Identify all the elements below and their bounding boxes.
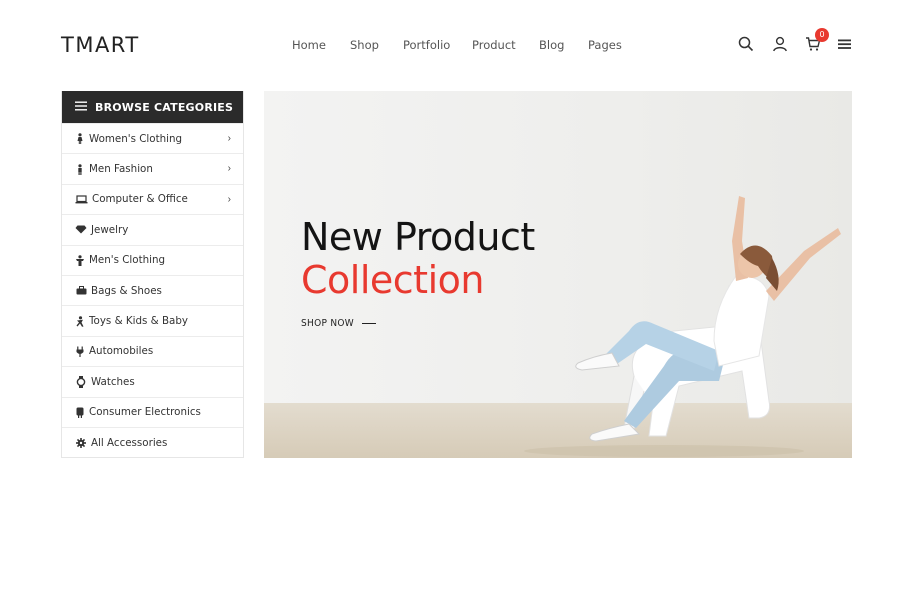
chevron-right-icon: › — [227, 193, 231, 205]
chevron-right-icon: › — [227, 133, 231, 144]
nav-portfolio[interactable]: Portfolio — [403, 38, 450, 52]
nav-product[interactable]: Product — [472, 38, 516, 52]
watch-icon — [74, 375, 88, 388]
user-icon[interactable] — [772, 36, 790, 54]
category-bags-shoes[interactable]: Bags & Shoes — [62, 274, 243, 305]
category-automobiles[interactable]: Automobiles — [62, 335, 243, 366]
category-label: Watches — [91, 375, 135, 388]
logo[interactable]: TMART — [61, 33, 140, 57]
header-icons — [738, 36, 854, 56]
nav-blog[interactable]: Blog — [539, 38, 564, 52]
woman-icon — [74, 133, 86, 145]
category-label: Toys & Kids & Baby — [89, 315, 188, 328]
category-computer-office[interactable]: Computer & Office › — [62, 183, 243, 214]
shop-now-link[interactable]: SHOP NOW — [301, 318, 376, 329]
category-toys-kids-baby[interactable]: Toys & Kids & Baby — [62, 305, 243, 335]
category-all-accessories[interactable]: All Accessories — [62, 426, 243, 457]
category-label: All Accessories — [91, 436, 168, 449]
shop-now-label: SHOP NOW — [301, 318, 354, 329]
search-icon[interactable] — [738, 36, 756, 54]
category-label: Consumer Electronics — [89, 406, 201, 419]
category-label: Automobiles — [89, 345, 154, 358]
chevron-right-icon: › — [227, 163, 231, 175]
shirt-icon — [74, 254, 86, 266]
nav-pages[interactable]: Pages — [588, 38, 622, 52]
category-label: Computer & Office — [92, 193, 188, 206]
sidebar-title: BROWSE CATEGORIES — [95, 100, 234, 114]
hero-title-line-2: Collection — [301, 258, 484, 302]
electronics-icon — [74, 406, 86, 418]
hero-title-line-1: New Product — [301, 215, 535, 259]
category-watches[interactable]: Watches — [62, 366, 243, 396]
category-label: Men's Clothing — [89, 254, 166, 267]
cart-count-badge: 0 — [815, 28, 829, 42]
category-label: Bags & Shoes — [91, 284, 162, 297]
hero-banner: New Product Collection SHOP NOW — [264, 91, 852, 458]
category-consumer-electronics[interactable]: Consumer Electronics — [62, 396, 243, 427]
category-jewelry[interactable]: Jewelry — [62, 214, 243, 244]
category-sidebar: BROWSE CATEGORIES Women's Clothing › Men… — [61, 91, 244, 459]
category-mens-clothing[interactable]: Men's Clothing — [62, 244, 243, 275]
man-icon — [74, 163, 86, 175]
category-label: Men Fashion — [89, 163, 153, 176]
category-men-fashion[interactable]: Men Fashion › — [62, 153, 243, 183]
hero-photo-woman-in-chair — [524, 196, 841, 457]
browse-categories-header[interactable]: BROWSE CATEGORIES — [62, 91, 243, 123]
diamond-icon — [74, 224, 88, 236]
arrow-line-icon — [361, 323, 376, 324]
car-icon — [74, 345, 86, 357]
child-icon — [74, 315, 86, 327]
nav-home[interactable]: Home — [292, 38, 326, 52]
site-header: TMART Home Shop Portfolio Product Blog P… — [0, 0, 910, 90]
category-womens-clothing[interactable]: Women's Clothing › — [62, 123, 243, 153]
category-label: Jewelry — [91, 223, 129, 236]
bag-icon — [74, 285, 88, 297]
hamburger-menu-icon[interactable] — [838, 36, 856, 54]
category-label: Women's Clothing — [89, 132, 183, 145]
nav-shop[interactable]: Shop — [350, 38, 379, 52]
laptop-icon — [74, 193, 89, 205]
gear-icon — [74, 437, 88, 449]
hamburger-icon — [75, 98, 87, 116]
